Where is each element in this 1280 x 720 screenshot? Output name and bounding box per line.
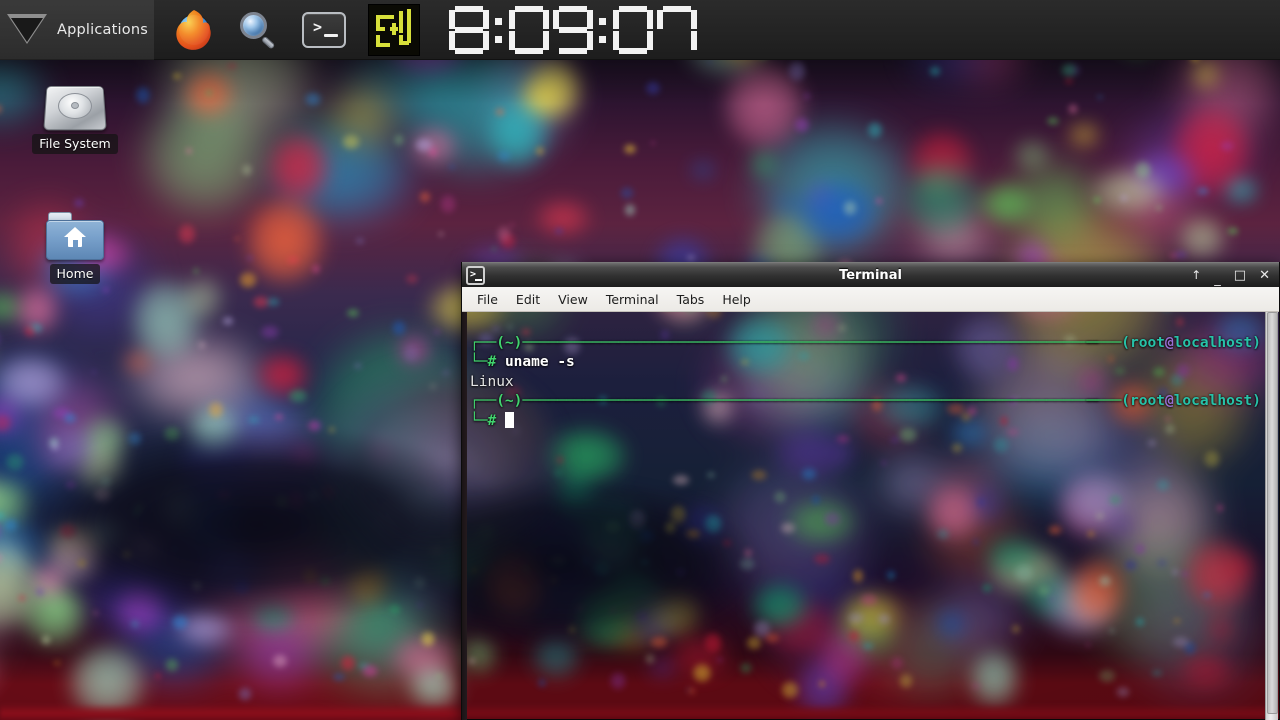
prompt-userhost-1: ────(root@localhost) xyxy=(1086,334,1261,351)
terminal-scrollbar[interactable] xyxy=(1265,312,1278,720)
clock-digit xyxy=(508,5,550,55)
search-launcher[interactable] xyxy=(222,0,286,60)
top-panel: Applications > xyxy=(0,0,1280,60)
clock-seconds xyxy=(612,5,700,55)
terminal-window[interactable]: > Terminal ↑ _ □ ✕ File Edit View Termin… xyxy=(461,262,1280,720)
terminal-prompt-line-2: ┌──(~)──────────────────────────────────… xyxy=(470,392,1261,412)
desktop-screen: File System Home Applications > > Termin… xyxy=(0,0,1280,720)
clock-hours xyxy=(448,5,492,55)
prompt-user: root xyxy=(1130,393,1165,409)
clock-colon xyxy=(492,5,506,55)
terminal-scrollbar-thumb[interactable] xyxy=(1267,312,1278,714)
menu-help[interactable]: Help xyxy=(713,289,760,310)
triangle-down-icon xyxy=(6,9,48,51)
terminal-prompt-icon: > xyxy=(466,265,485,285)
terminal-cursor xyxy=(504,411,514,428)
kali-tool-launcher[interactable] xyxy=(352,0,426,60)
terminal-titlebar[interactable]: > Terminal ↑ _ □ ✕ xyxy=(462,262,1279,287)
terminal-menubar: File Edit View Terminal Tabs Help xyxy=(462,287,1279,312)
desktop-icon-label: File System xyxy=(32,134,118,154)
prompt-at: @ xyxy=(1164,393,1174,409)
terminal-window-title: Terminal xyxy=(839,267,902,283)
desktop-icon-file-system[interactable]: File System xyxy=(20,84,130,154)
firefox-launcher[interactable] xyxy=(154,0,222,60)
home-folder-icon xyxy=(46,212,104,260)
clock-colon xyxy=(596,5,610,55)
terminal-icon: > xyxy=(301,11,346,48)
desktop-icon-home[interactable]: Home xyxy=(20,212,130,284)
terminal-left-border xyxy=(462,312,467,720)
menu-terminal[interactable]: Terminal xyxy=(597,289,668,310)
magnifier-icon xyxy=(238,9,280,51)
prompt-host: localhost xyxy=(1173,334,1253,351)
panel-clock[interactable] xyxy=(448,0,700,60)
applications-menu-label: Applications xyxy=(57,21,148,38)
prompt-user: root xyxy=(1130,334,1165,351)
maximize-button[interactable]: □ xyxy=(1234,269,1246,282)
clock-minutes xyxy=(508,5,596,55)
terminal-active-line: └─# xyxy=(470,411,1261,432)
close-button[interactable]: ✕ xyxy=(1259,269,1270,282)
terminal-launcher[interactable]: > xyxy=(286,0,352,60)
prompt-cmd-prefix: └─# xyxy=(470,412,497,429)
hard-disk-icon xyxy=(43,84,107,131)
clock-digit xyxy=(656,5,698,55)
firefox-icon xyxy=(172,8,216,52)
shade-button[interactable]: ↑ xyxy=(1191,268,1201,282)
menu-view[interactable]: View xyxy=(549,289,597,310)
window-controls: ↑ _ □ ✕ xyxy=(1191,268,1279,286)
prompt-dash-fill: ────────────────────────────────────────… xyxy=(522,393,1099,409)
prompt-bracket-left: ┌──(~) xyxy=(470,393,523,409)
terminal-content-area[interactable]: ┌──(~)──────────────────────────────────… xyxy=(462,312,1279,720)
menu-tabs[interactable]: Tabs xyxy=(668,289,714,310)
prompt-at: @ xyxy=(1164,334,1174,351)
terminal-command-line: └─# uname -s xyxy=(470,353,1261,373)
prompt-cmd-prefix: └─# xyxy=(470,354,497,370)
minimize-button[interactable]: _ xyxy=(1214,273,1221,286)
menu-edit[interactable]: Edit xyxy=(507,289,549,310)
firefox-flame-shape xyxy=(176,9,211,50)
prompt-bracket-left: ┌──(~) xyxy=(470,334,523,351)
prompt-userhost-2: ────(root@localhost) xyxy=(1086,393,1261,409)
desktop-icon-label: Home xyxy=(49,264,101,284)
prompt-host: localhost xyxy=(1173,393,1253,409)
clock-digit xyxy=(612,5,654,55)
kali-pixel-logo-icon xyxy=(367,3,420,56)
menu-file[interactable]: File xyxy=(468,289,507,310)
terminal-prompt-line-1: ┌──(~)──────────────────────────────────… xyxy=(470,334,1261,354)
terminal-command: uname -s xyxy=(504,354,575,370)
clock-digit xyxy=(552,5,594,55)
terminal-text-buffer: ┌──(~)──────────────────────────────────… xyxy=(470,314,1261,470)
applications-menu-button[interactable]: Applications xyxy=(0,0,154,60)
prompt-dash-fill: ────────────────────────────────────────… xyxy=(522,334,1099,351)
terminal-output-line: Linux xyxy=(470,373,514,390)
clock-digit xyxy=(448,5,490,55)
